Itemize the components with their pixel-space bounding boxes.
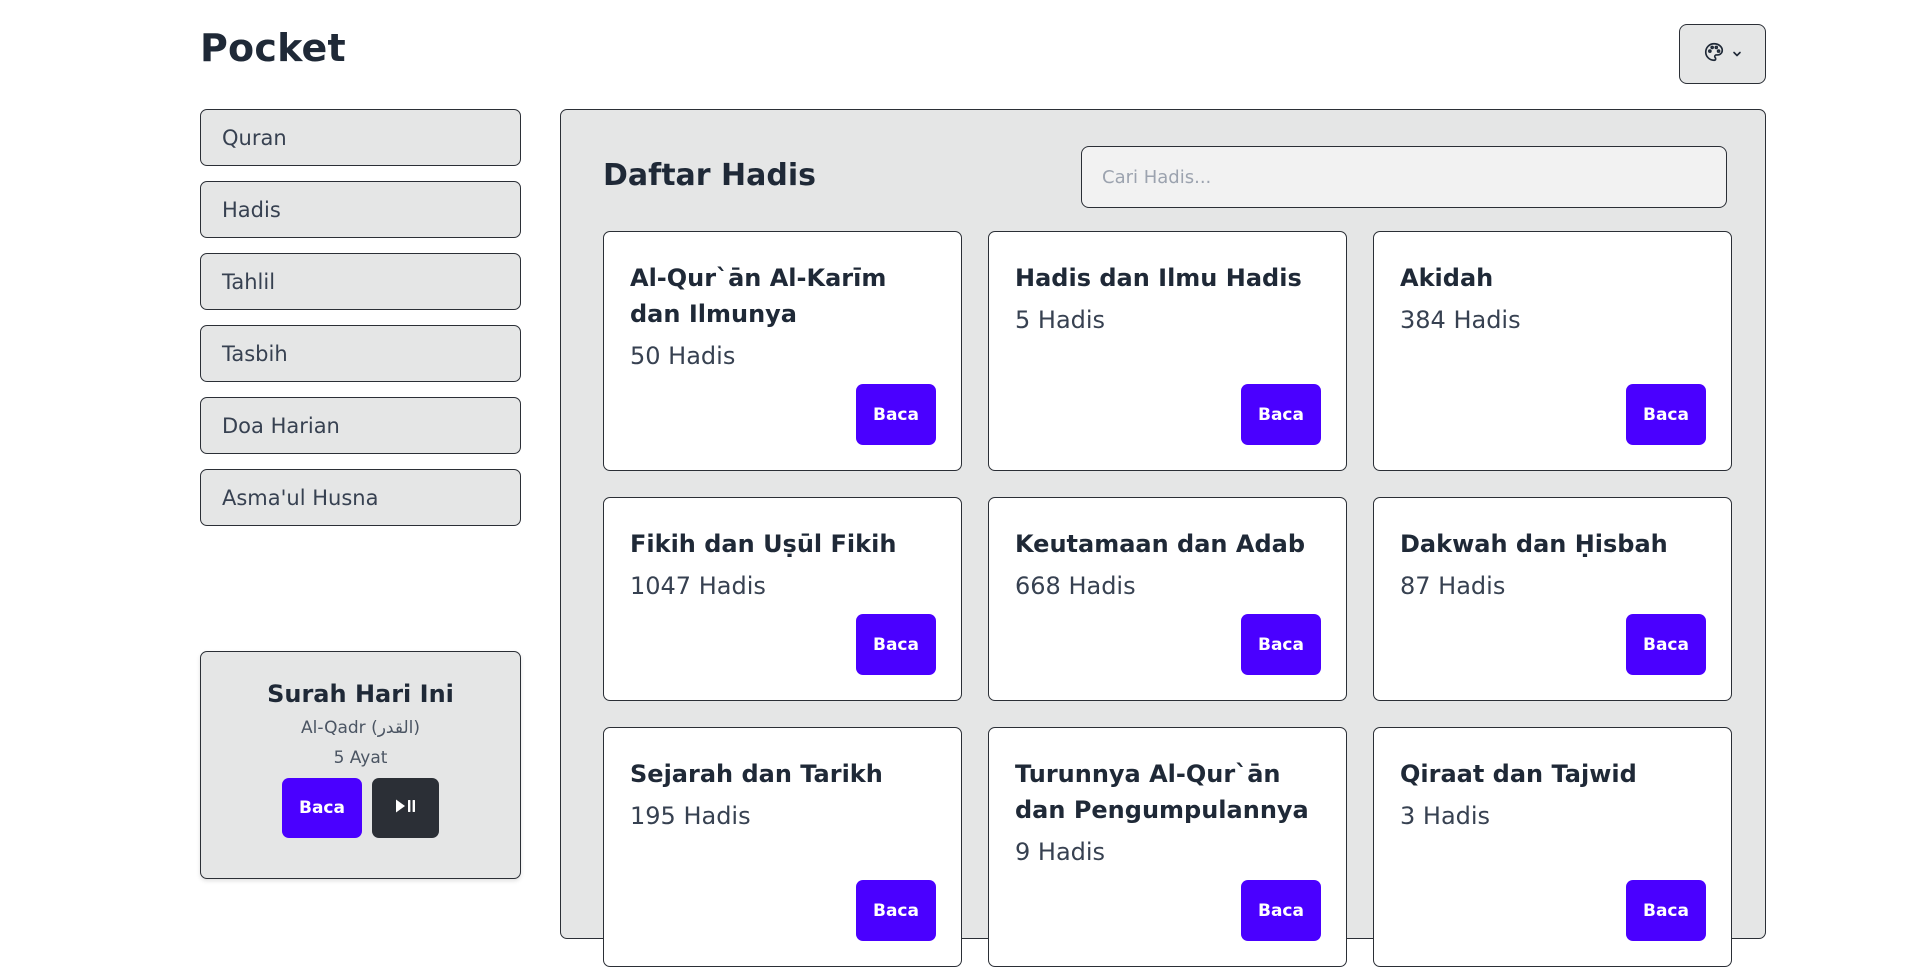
page-title: Daftar Hadis (603, 158, 816, 193)
category-title-text: Qiraat dan Tajwid (1400, 760, 1637, 788)
sidebar-item-quran[interactable]: Quran (200, 109, 521, 166)
category-title: Sejarah dan Tarikh 195 Hadis (630, 756, 935, 831)
surah-read-button[interactable]: Baca (282, 778, 362, 838)
theme-selector-button[interactable] (1679, 24, 1766, 84)
category-count: 1047 Hadis (630, 572, 766, 600)
read-button[interactable]: Baca (856, 614, 936, 675)
sidebar-item-tahlil[interactable]: Tahlil (200, 253, 521, 310)
category-card: Al-Qur`ān Al-Karīm dan Ilmunya 50 Hadis … (603, 231, 962, 471)
read-button[interactable]: Baca (856, 384, 936, 445)
category-title: Hadis dan Ilmu Hadis 5 Hadis (1015, 260, 1320, 335)
category-title-text: Turunnya Al-Qur`ān dan Pengumpulannya (1015, 760, 1309, 824)
category-count: 50 Hadis (630, 342, 736, 370)
play-pause-icon (395, 798, 417, 818)
category-title-text: Akidah (1400, 264, 1494, 292)
category-count: 668 Hadis (1015, 572, 1136, 600)
category-count: 3 Hadis (1400, 802, 1491, 830)
sidebar-item-asmaul-husna[interactable]: Asma'ul Husna (200, 469, 521, 526)
category-title: Turunnya Al-Qur`ān dan Pengumpulannya 9 … (1015, 756, 1320, 867)
category-count: 5 Hadis (1015, 306, 1106, 334)
surah-name: Al-Qadr (القدر) (300, 718, 420, 738)
read-button[interactable]: Baca (1626, 614, 1706, 675)
read-button[interactable]: Baca (1241, 384, 1321, 445)
category-title: Qiraat dan Tajwid 3 Hadis (1400, 756, 1705, 831)
surah-ayat-count: 5 Ayat (333, 748, 388, 768)
sidebar-item-doa-harian[interactable]: Doa Harian (200, 397, 521, 454)
category-count: 195 Hadis (630, 802, 751, 830)
category-title-text: Hadis dan Ilmu Hadis (1015, 264, 1302, 292)
hadith-list-panel: Daftar Hadis Al-Qur`ān Al-Karīm dan Ilmu… (560, 109, 1766, 967)
category-title: Al-Qur`ān Al-Karīm dan Ilmunya 50 Hadis (630, 260, 935, 371)
category-title: Fikih dan Uṣūl Fikih 1047 Hadis (630, 526, 935, 601)
category-card: Akidah 384 Hadis Baca (1373, 231, 1732, 471)
category-title-text: Fikih dan Uṣūl Fikih (630, 530, 897, 558)
category-card: Dakwah dan Ḥisbah 87 Hadis Baca (1373, 497, 1732, 701)
read-button[interactable]: Baca (1626, 384, 1706, 445)
read-button[interactable]: Baca (1626, 880, 1706, 941)
app-title: Pocket (200, 26, 346, 70)
category-count: 384 Hadis (1400, 306, 1521, 334)
palette-icon (1703, 41, 1725, 67)
play-pause-button[interactable] (372, 778, 439, 838)
category-title: Akidah 384 Hadis (1400, 260, 1705, 335)
sidebar: Quran Hadis Tahlil Tasbih Doa Harian Asm… (200, 109, 521, 541)
surah-today-title: Surah Hari Ini (267, 680, 454, 708)
category-title: Keutamaan dan Adab 668 Hadis (1015, 526, 1320, 601)
category-title: Dakwah dan Ḥisbah 87 Hadis (1400, 526, 1705, 601)
surah-today-card: Surah Hari Ini Al-Qadr (القدر) 5 Ayat Ba… (200, 651, 521, 879)
category-title-text: Sejarah dan Tarikh (630, 760, 883, 788)
category-title-text: Al-Qur`ān Al-Karīm dan Ilmunya (630, 264, 887, 328)
category-card: Hadis dan Ilmu Hadis 5 Hadis Baca (988, 231, 1347, 471)
category-card: Sejarah dan Tarikh 195 Hadis Baca (603, 727, 962, 967)
chevron-down-icon (1731, 45, 1743, 64)
sidebar-item-hadis[interactable]: Hadis (200, 181, 521, 238)
surah-actions: Baca (201, 778, 520, 838)
category-count: 87 Hadis (1400, 572, 1506, 600)
search-input[interactable] (1081, 146, 1727, 208)
category-card: Fikih dan Uṣūl Fikih 1047 Hadis Baca (603, 497, 962, 701)
read-button[interactable]: Baca (1241, 880, 1321, 941)
category-card: Qiraat dan Tajwid 3 Hadis Baca (1373, 727, 1732, 967)
category-card: Turunnya Al-Qur`ān dan Pengumpulannya 9 … (988, 727, 1347, 967)
read-button[interactable]: Baca (856, 880, 936, 941)
header: Pocket (200, 24, 1766, 86)
category-title-text: Keutamaan dan Adab (1015, 530, 1305, 558)
category-title-text: Dakwah dan Ḥisbah (1400, 530, 1668, 558)
category-card: Keutamaan dan Adab 668 Hadis Baca (988, 497, 1347, 701)
category-count: 9 Hadis (1015, 838, 1106, 866)
sidebar-item-tasbih[interactable]: Tasbih (200, 325, 521, 382)
read-button[interactable]: Baca (1241, 614, 1321, 675)
